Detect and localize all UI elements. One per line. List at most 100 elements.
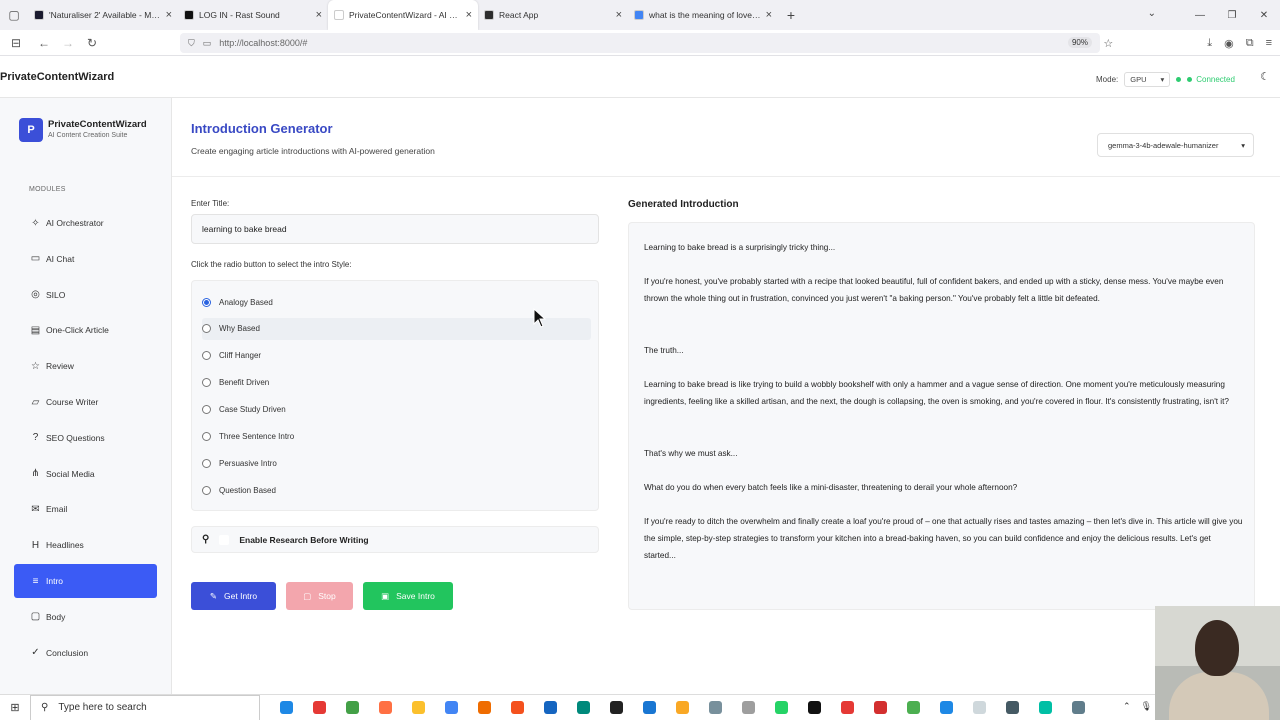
- taskbar-app-icon[interactable]: [307, 698, 331, 718]
- extensions-icon[interactable]: ⧉: [1246, 37, 1254, 50]
- sidebar-item[interactable]: ✓ Conclusion: [14, 636, 157, 670]
- output-paragraph: What do you do when every batch feels li…: [644, 483, 1018, 492]
- menu-icon[interactable]: ≡: [1266, 37, 1272, 49]
- taskbar-app-icon[interactable]: [340, 698, 364, 718]
- taskbar-app-icon[interactable]: [1033, 698, 1057, 718]
- taskbar-app-icon[interactable]: [934, 698, 958, 718]
- taskbar-app-icon[interactable]: [406, 698, 430, 718]
- stop-button[interactable]: ▢ Stop: [286, 582, 353, 610]
- restore-icon[interactable]: ❐: [1216, 0, 1248, 30]
- radio-button[interactable]: [202, 324, 211, 334]
- sidebar-item[interactable]: ≡ Intro: [14, 564, 157, 598]
- sidebar-item[interactable]: ? SEO Questions: [14, 421, 157, 455]
- taskbar-app-icon[interactable]: [835, 698, 859, 718]
- taskbar-app-icon[interactable]: [736, 698, 760, 718]
- sidebar-item[interactable]: ✧ AI Orchestrator: [14, 206, 157, 240]
- mode-select[interactable]: GPU ▾: [1124, 72, 1171, 87]
- list-tabs-icon[interactable]: ⌄: [1148, 8, 1156, 19]
- research-label: Enable Research Before Writing: [239, 534, 369, 545]
- intro-style-option[interactable]: Case Study Driven: [202, 399, 591, 421]
- research-checkbox[interactable]: [219, 534, 230, 545]
- close-tab-icon[interactable]: ×: [166, 9, 172, 21]
- back-icon[interactable]: ←: [32, 30, 56, 56]
- close-tab-icon[interactable]: ×: [466, 9, 472, 21]
- radio-button[interactable]: [202, 458, 211, 468]
- zoom-level[interactable]: 90%: [1067, 37, 1092, 48]
- intro-style-option[interactable]: Question Based: [202, 479, 591, 501]
- close-tab-icon[interactable]: ×: [766, 9, 772, 21]
- taskbar-app-icon[interactable]: [703, 698, 727, 718]
- new-tab-button[interactable]: +: [778, 7, 804, 23]
- taskbar-app-icon[interactable]: [538, 698, 562, 718]
- browser-tab[interactable]: PrivateContentWizard - AI Chat ×: [328, 0, 478, 30]
- title-input[interactable]: [191, 214, 599, 244]
- radio-button[interactable]: [202, 432, 211, 441]
- taskbar-app-icon[interactable]: [274, 698, 298, 718]
- taskbar-app-icon[interactable]: [1066, 698, 1090, 718]
- taskbar-app-icon[interactable]: [571, 698, 595, 718]
- sidebar-item[interactable]: ▱ Course Writer: [14, 385, 157, 419]
- generated-intro-box[interactable]: Learning to bake bread is a surprisingly…: [628, 222, 1255, 610]
- radio-button[interactable]: [202, 485, 211, 495]
- minimize-icon[interactable]: —: [1184, 0, 1216, 30]
- taskbar-app-icon[interactable]: [373, 698, 397, 718]
- browser-tab[interactable]: what is the meaning of love - G ×: [628, 0, 778, 30]
- model-select[interactable]: gemma-3-4b-adewale-humanizer ▾: [1097, 133, 1254, 157]
- downloads-icon[interactable]: ⤓: [1207, 37, 1212, 50]
- radio-button[interactable]: [202, 351, 211, 361]
- tray-chevron-icon[interactable]: ⌃: [1123, 701, 1131, 712]
- intro-style-option[interactable]: Three Sentence Intro: [202, 426, 591, 448]
- intro-style-option[interactable]: Cliff Hanger: [202, 345, 591, 367]
- bookmark-star-icon[interactable]: ☆: [1103, 37, 1113, 50]
- tab-favicon-icon: [334, 10, 344, 20]
- intro-style-option[interactable]: Benefit Driven: [202, 372, 591, 394]
- sidebar-toggle-icon[interactable]: ⊟: [4, 30, 28, 56]
- sidebar-item[interactable]: ☆ Review: [14, 349, 157, 383]
- intro-style-option[interactable]: Persuasive Intro: [202, 452, 591, 474]
- taskbar-app-icon[interactable]: [868, 698, 892, 718]
- taskbar-app-icon[interactable]: [967, 698, 991, 718]
- taskbar-app-icon[interactable]: [769, 698, 793, 718]
- sidebar-item[interactable]: H Headlines: [14, 528, 157, 562]
- taskbar-app-icon[interactable]: [439, 698, 463, 718]
- sidebar-item[interactable]: ▢ Body: [14, 600, 157, 634]
- radio-button[interactable]: [202, 378, 211, 388]
- taskbar-app-icon[interactable]: [901, 698, 925, 718]
- sidebar-title: PrivateContentWizard: [48, 119, 147, 130]
- browser-tab[interactable]: LOG IN - Rast Sound ×: [178, 0, 328, 30]
- get-intro-button[interactable]: ✎ Get Intro: [191, 582, 276, 610]
- radio-button[interactable]: [202, 405, 211, 415]
- sidebar-item[interactable]: ⋔ Social Media: [14, 457, 157, 491]
- sidebar-item[interactable]: ▤ One-Click Article: [14, 313, 157, 347]
- taskbar-app-icon[interactable]: [802, 698, 826, 718]
- browser-tab[interactable]: React App ×: [478, 0, 628, 30]
- dark-mode-toggle-icon[interactable]: ☾: [1260, 70, 1270, 83]
- taskbar-app-icon[interactable]: [670, 698, 694, 718]
- browser-tab[interactable]: 'Naturaliser 2' Available - Micro ×: [28, 0, 178, 30]
- close-tab-icon[interactable]: ×: [316, 9, 322, 21]
- save-intro-button[interactable]: ▣ Save Intro: [363, 582, 453, 610]
- close-tab-icon[interactable]: ×: [616, 9, 622, 21]
- taskbar-app-icon[interactable]: [472, 698, 496, 718]
- taskbar-app-icon[interactable]: [505, 698, 529, 718]
- close-window-icon[interactable]: ✕: [1248, 0, 1280, 30]
- tab-overview-icon[interactable]: ▢: [0, 0, 28, 30]
- microphone-icon[interactable]: 🎙: [1141, 701, 1152, 712]
- sidebar-item[interactable]: ✉ Email: [14, 492, 157, 526]
- taskbar-app-icon[interactable]: [637, 698, 661, 718]
- radio-button[interactable]: [202, 297, 211, 307]
- account-icon[interactable]: ◉: [1224, 37, 1234, 50]
- windows-start-icon[interactable]: ⊞: [0, 695, 30, 720]
- sidebar-item[interactable]: ▭ AI Chat: [14, 242, 157, 276]
- taskbar-app-icon[interactable]: [604, 698, 628, 718]
- reload-icon[interactable]: ↻: [80, 30, 104, 56]
- forward-icon[interactable]: →: [56, 30, 80, 56]
- url-bar[interactable]: ⛉ ▭ http://localhost:8000/# 90%: [180, 33, 1100, 53]
- webcam-overlay: [1155, 606, 1280, 720]
- taskbar-search-placeholder: Type here to search: [58, 702, 147, 713]
- tab-title: what is the meaning of love - G: [649, 10, 761, 20]
- taskbar-search[interactable]: ⚲ Type here to search: [30, 694, 260, 720]
- taskbar-app-icon[interactable]: [1000, 698, 1024, 718]
- research-toggle[interactable]: ⚲ Enable Research Before Writing: [191, 526, 599, 553]
- sidebar-item[interactable]: ◎ SILO: [14, 278, 157, 312]
